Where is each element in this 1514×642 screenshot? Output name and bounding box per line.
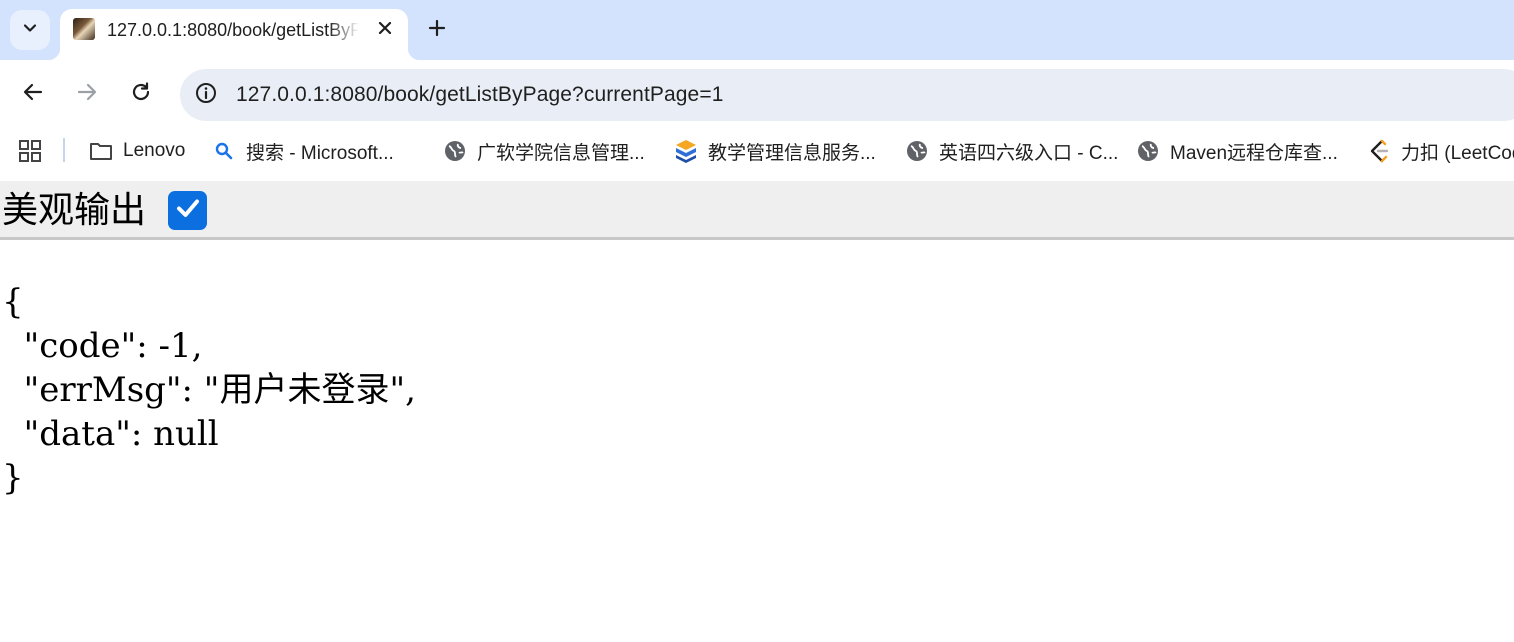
json-line: "code": -1, [2,326,203,366]
tab-title: 127.0.0.1:8080/book/getListByPage?curren… [107,20,359,40]
reload-icon [130,81,152,108]
bookmarks-separator [63,138,65,162]
bookmark-maven-repo[interactable]: Maven远程仓库查... [1136,138,1338,164]
address-bar[interactable]: 127.0.0.1:8080/book/getListByPage?curren… [180,69,1514,121]
search-icon [212,139,236,163]
site-info-button[interactable] [192,81,220,109]
bookmark-label: 力扣 (LeetCode) [1401,142,1514,164]
bookmark-microsoft-search[interactable]: 搜索 - Microsoft... [212,138,394,164]
bookmark-label: Maven远程仓库查... [1170,142,1338,164]
globe-icon [905,139,929,163]
chevron-down-icon [22,20,38,41]
globe-icon [443,139,467,163]
bookmark-cet-entry[interactable]: 英语四六级入口 - C... [905,138,1118,164]
bookmarks-bar: Lenovo 搜索 - Microsoft... 广软学院信息管理... 教学管… [0,130,1514,180]
folder-icon [89,139,113,163]
tab-close-button[interactable] [372,17,398,43]
bookmark-label: Lenovo [123,140,186,161]
tab-strip: 127.0.0.1:8080/book/getListByPage?curren… [0,0,1514,60]
json-line: "data": null [2,414,219,454]
json-line: { [2,282,24,322]
json-response: { "code": -1, "errMsg": "用户未登录", "data":… [2,280,416,500]
pretty-print-label: 美观输出 [2,190,147,231]
reload-button[interactable] [123,76,159,112]
anime-avatar-favicon [73,18,95,40]
bookmark-teaching-mgmt[interactable]: 教学管理信息服务... [674,138,876,164]
info-icon [194,81,218,110]
globe-icon [1136,139,1160,163]
browser-toolbar: 127.0.0.1:8080/book/getListByPage?curren… [0,60,1514,130]
apps-grid-icon[interactable] [18,139,42,163]
school-logo-icon [674,139,698,163]
plus-icon [428,19,446,42]
new-tab-button[interactable] [420,13,454,47]
bookmark-label: 搜索 - Microsoft... [246,142,394,164]
json-line: "errMsg": "用户未登录", [2,370,416,410]
checkmark-icon [174,194,202,227]
active-tab[interactable]: 127.0.0.1:8080/book/getListByPage?curren… [48,9,420,60]
bookmark-leetcode[interactable]: 力扣 (LeetCode) [1367,138,1514,164]
back-arrow-icon [22,81,44,108]
close-icon [378,21,392,40]
forward-button[interactable] [69,76,105,112]
pretty-print-bar: 美观输出 [0,181,1514,240]
tab-search-button[interactable] [10,10,50,50]
json-line: } [2,458,24,498]
pretty-print-checkbox[interactable] [168,191,207,230]
bookmark-folder-lenovo[interactable]: Lenovo [89,138,185,164]
bookmark-label: 广软学院信息管理... [477,142,645,164]
bookmark-label: 教学管理信息服务... [708,142,876,164]
url-text[interactable]: 127.0.0.1:8080/book/getListByPage?curren… [236,83,723,107]
bookmark-college-info[interactable]: 广软学院信息管理... [443,138,645,164]
back-button[interactable] [15,76,51,112]
forward-arrow-icon [76,81,98,108]
bookmark-label: 英语四六级入口 - C... [939,142,1119,164]
leetcode-icon [1367,139,1391,163]
